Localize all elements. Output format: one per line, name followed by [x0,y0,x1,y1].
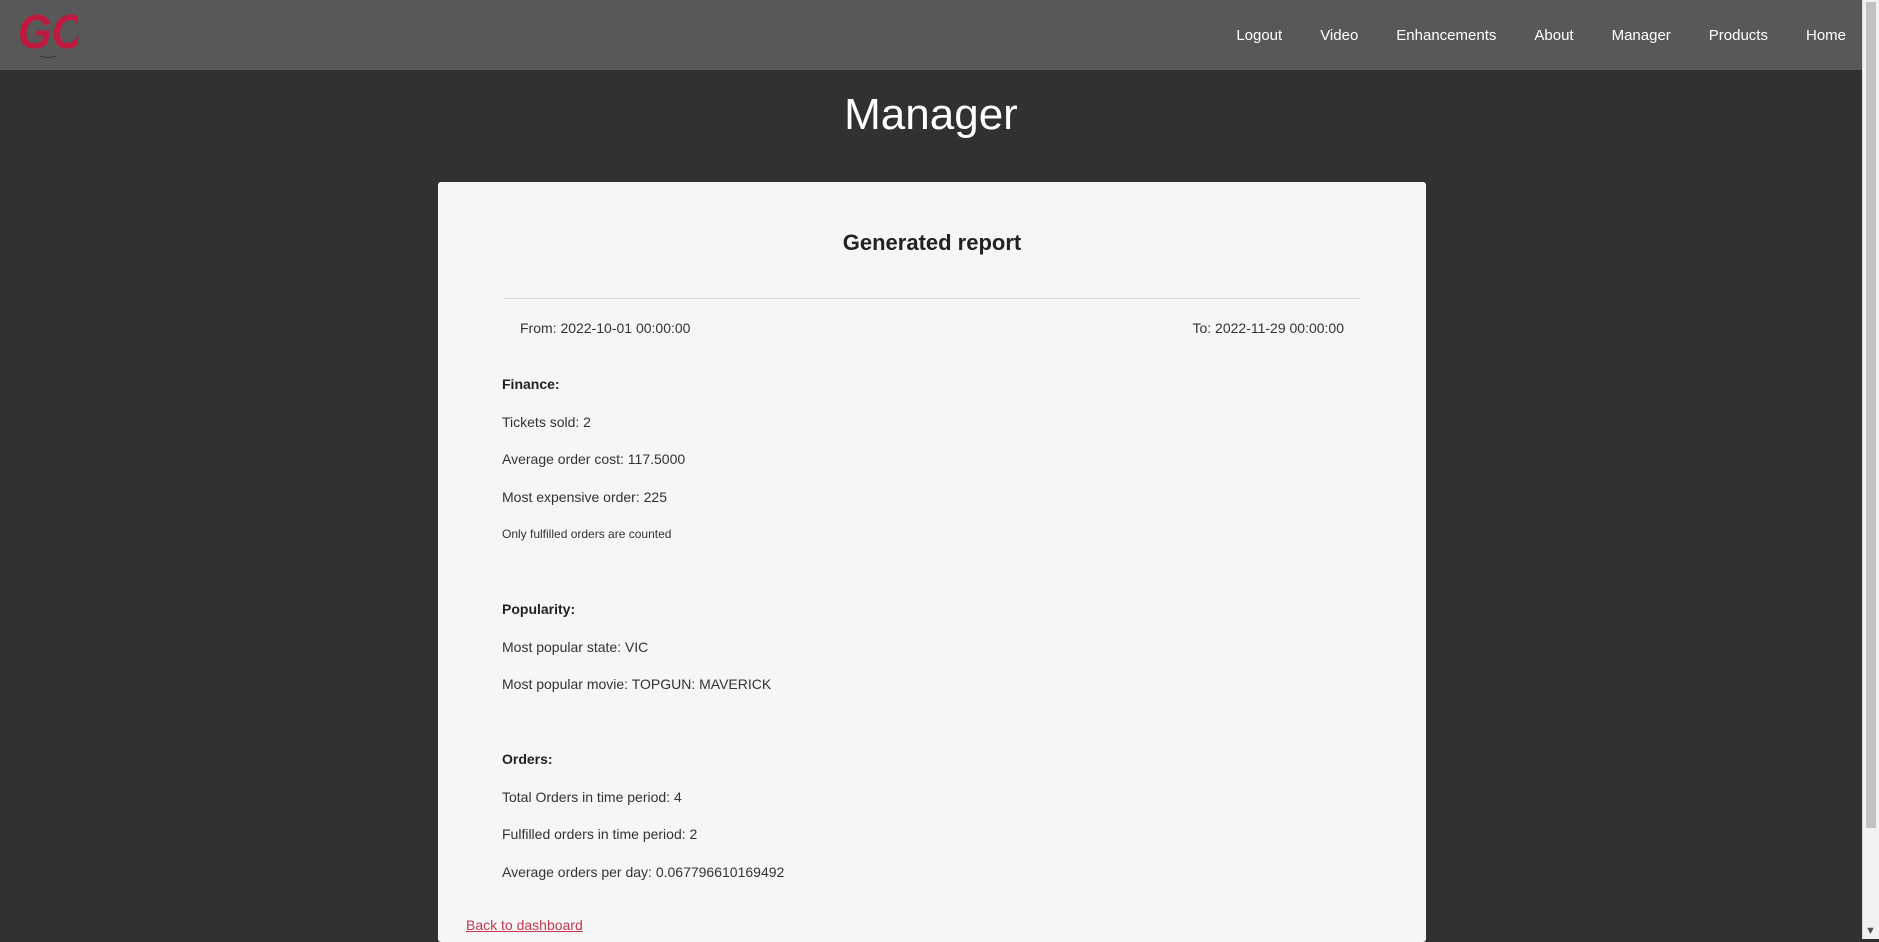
svg-text:GO!: GO! [18,5,78,59]
nav-logout[interactable]: Logout [1236,27,1282,44]
nav-products[interactable]: Products [1709,27,1768,44]
finance-heading: Finance: [502,376,560,392]
nav-video[interactable]: Video [1320,27,1358,44]
nav-manager[interactable]: Manager [1612,27,1671,44]
report-from-date: From: 2022-10-01 00:00:00 [520,320,691,336]
tickets-sold: Tickets sold: 2 [502,414,591,430]
fulfilled-note: Only fulfilled orders are counted [502,527,672,541]
nav-enhancements[interactable]: Enhancements [1396,27,1496,44]
back-to-dashboard-link[interactable]: Back to dashboard [466,917,583,933]
scrollbar-thumb[interactable] [1866,2,1876,828]
orders-heading: Orders: [502,751,553,767]
vertical-scrollbar[interactable]: ▼ [1862,0,1879,939]
most-popular-state: Most popular state: VIC [502,639,649,655]
main-nav: Logout Video Enhancements About Manager … [1198,0,1862,70]
average-orders-per-day: Average orders per day: 0.06779661016949… [502,864,785,880]
fulfilled-orders: Fulfilled orders in time period: 2 [502,826,698,842]
go-logo[interactable]: GO! [18,4,78,62]
report-title: Generated report [842,230,1022,255]
nav-about[interactable]: About [1534,27,1573,44]
average-order-cost: Average order cost: 117.5000 [502,451,686,467]
most-popular-movie: Most popular movie: TOPGUN: MAVERICK [502,676,772,692]
divider [503,298,1361,299]
total-orders: Total Orders in time period: 4 [502,789,682,805]
report-to-date: To: 2022-11-29 00:00:00 [1192,320,1344,336]
page-title: Manager [844,90,1018,139]
most-expensive-order: Most expensive order: 225 [502,489,667,505]
report-card: Generated report From: 2022-10-01 00:00:… [438,182,1426,942]
top-navbar: GO! Logout Video Enhancements About Mana… [0,0,1862,70]
popularity-heading: Popularity: [502,601,576,617]
scroll-down-arrow-icon[interactable]: ▼ [1865,925,1876,937]
nav-home[interactable]: Home [1806,27,1846,44]
